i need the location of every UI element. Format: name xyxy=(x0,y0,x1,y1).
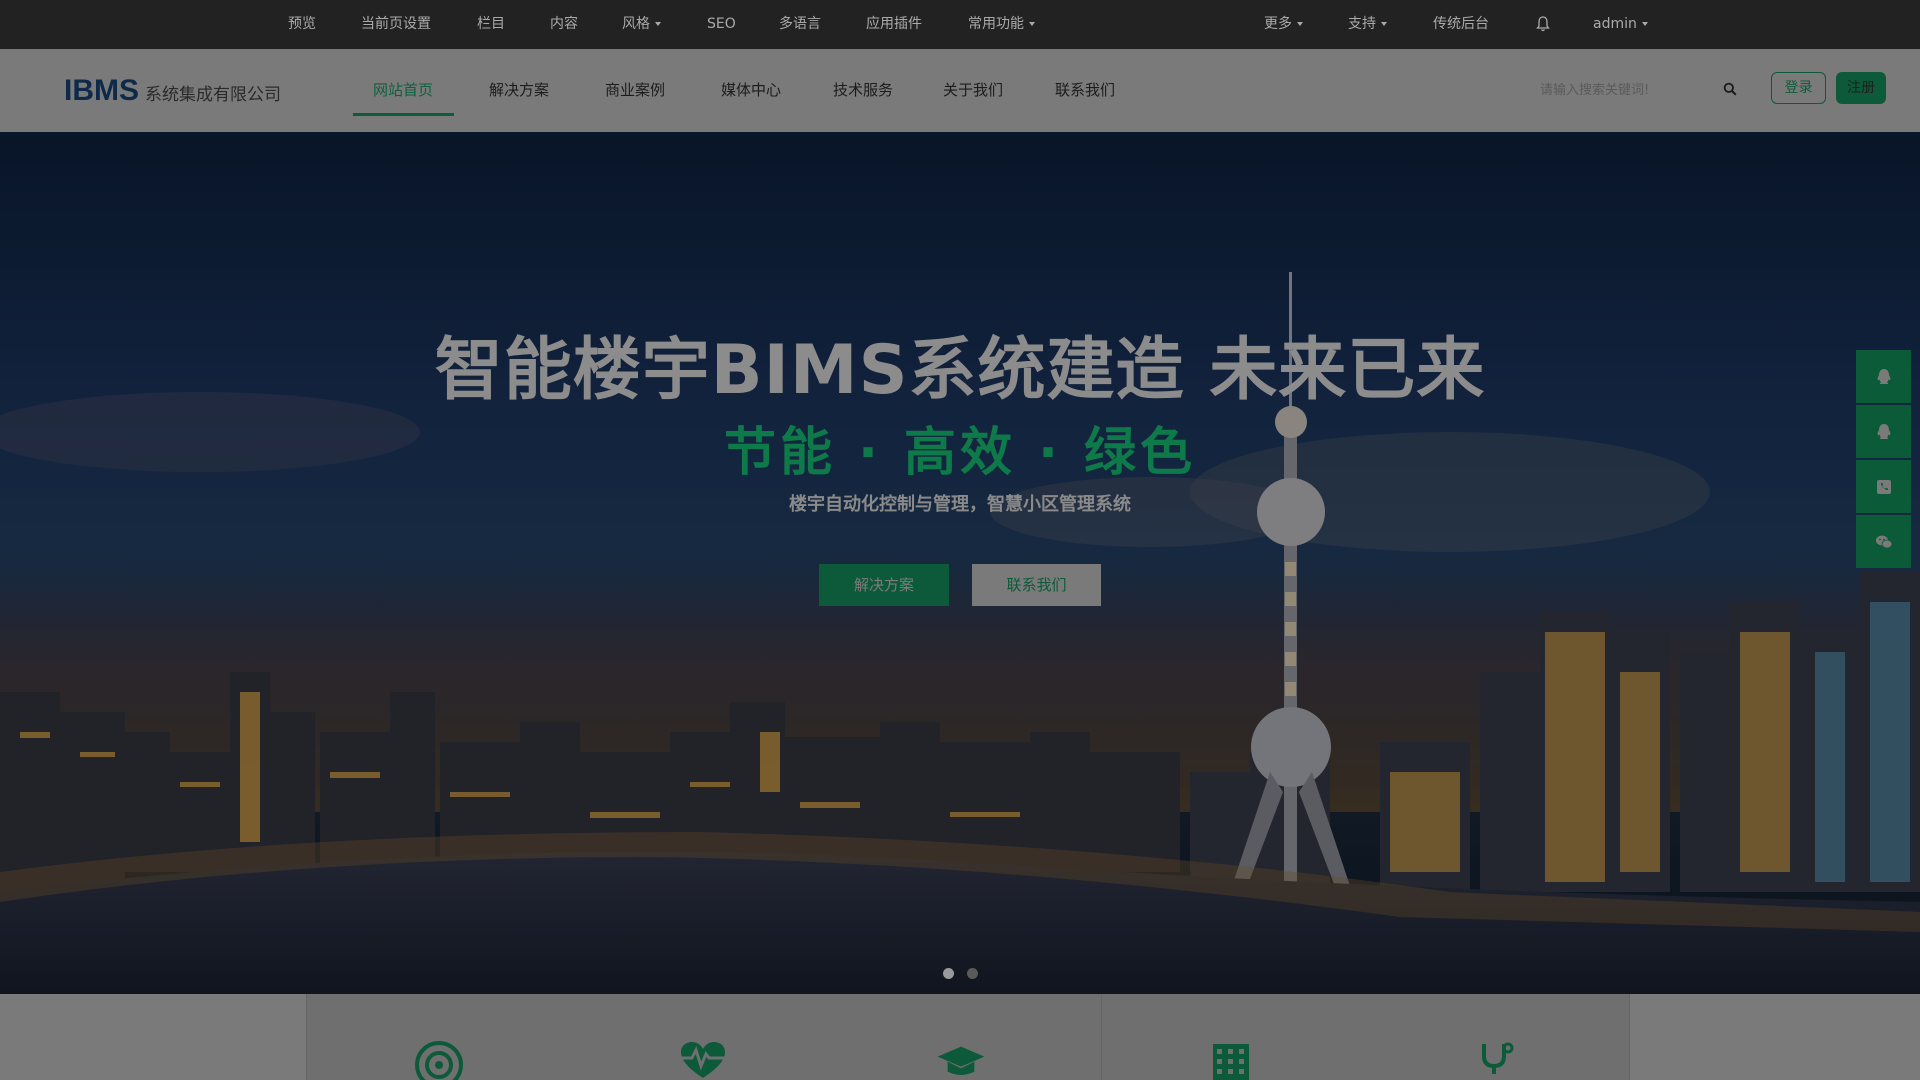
register-button[interactable]: 注册 xyxy=(1836,72,1886,104)
admin-seo-link[interactable]: SEO xyxy=(707,0,736,49)
qq-icon xyxy=(1877,368,1890,384)
admin-preview-link[interactable]: 预览 xyxy=(288,0,316,49)
graduation-cap-icon[interactable] xyxy=(936,1040,986,1080)
search-input[interactable] xyxy=(1540,79,1720,101)
carousel-dot-2[interactable] xyxy=(967,968,978,979)
hero-banner: 智能楼宇BIMS系统建造 未来已来 节能 · 高效 · 绿色 楼宇自动化控制与管… xyxy=(0,132,1920,994)
feature-strip xyxy=(0,994,1920,1080)
admin-plugins-link[interactable]: 应用插件 xyxy=(866,0,922,49)
nav-item-home[interactable]: 网站首页 xyxy=(373,49,433,132)
stethoscope-icon[interactable] xyxy=(1470,1040,1520,1080)
hero-subtitle: 节能 · 高效 · 绿色 xyxy=(724,423,1196,483)
admin-toolbar: 预览 当前页设置 栏目 内容 风格 SEO 多语言 应用插件 常用功能 更多 支… xyxy=(0,0,1920,49)
admin-classic-backend-link[interactable]: 传统后台 xyxy=(1433,0,1489,49)
nav-item-solutions[interactable]: 解决方案 xyxy=(489,49,549,132)
admin-user-dropdown[interactable]: admin xyxy=(1593,0,1648,49)
feature-divider xyxy=(1101,994,1102,1080)
hero-title: 智能楼宇BIMS系统建造 未来已来 xyxy=(434,331,1486,410)
logo-mark: IBMS xyxy=(64,74,139,107)
hero-solutions-button[interactable]: 解决方案 xyxy=(819,564,949,606)
nav-item-contact[interactable]: 联系我们 xyxy=(1055,49,1115,132)
nav-item-cases[interactable]: 商业案例 xyxy=(605,49,665,132)
site-header: IBMS 系统集成有限公司 网站首页 解决方案 商业案例 媒体中心 技术服务 关… xyxy=(0,49,1920,132)
hero-dim-overlay xyxy=(0,132,1920,994)
float-phone-button[interactable] xyxy=(1856,460,1911,513)
nav-item-tech-service[interactable]: 技术服务 xyxy=(833,49,893,132)
wechat-icon xyxy=(1875,535,1892,548)
bell-icon[interactable] xyxy=(1536,16,1550,32)
admin-columns-link[interactable]: 栏目 xyxy=(477,0,505,49)
carousel-dot-1[interactable] xyxy=(943,968,954,979)
feature-divider xyxy=(1629,994,1630,1080)
float-wechat-button[interactable] xyxy=(1856,515,1911,568)
nav-active-indicator xyxy=(353,113,454,116)
admin-multilang-link[interactable]: 多语言 xyxy=(779,0,821,49)
hero-description: 楼宇自动化控制与管理，智慧小区管理系统 xyxy=(789,494,1131,515)
nav-item-about[interactable]: 关于我们 xyxy=(943,49,1003,132)
login-button[interactable]: 登录 xyxy=(1771,72,1826,104)
admin-support-dropdown[interactable]: 支持 xyxy=(1348,0,1387,49)
nav-item-media[interactable]: 媒体中心 xyxy=(721,49,781,132)
search-icon[interactable] xyxy=(1723,82,1737,96)
heart-pulse-icon[interactable] xyxy=(678,1040,728,1080)
feature-divider xyxy=(306,994,307,1080)
admin-style-dropdown[interactable]: 风格 xyxy=(622,0,661,49)
admin-page-settings-link[interactable]: 当前页设置 xyxy=(361,0,431,49)
phone-icon xyxy=(1876,479,1891,494)
admin-common-functions-dropdown[interactable]: 常用功能 xyxy=(968,0,1035,49)
hero-contact-button[interactable]: 联系我们 xyxy=(972,564,1101,606)
company-name: 系统集成有限公司 xyxy=(145,85,281,105)
admin-content-link[interactable]: 内容 xyxy=(550,0,578,49)
admin-more-dropdown[interactable]: 更多 xyxy=(1264,0,1303,49)
qq-icon xyxy=(1877,423,1890,439)
float-qq-button-2[interactable] xyxy=(1856,405,1911,458)
float-qq-button-1[interactable] xyxy=(1856,350,1911,403)
site-logo[interactable]: IBMS 系统集成有限公司 xyxy=(64,74,281,108)
target-icon[interactable] xyxy=(414,1040,464,1080)
building-icon[interactable] xyxy=(1206,1040,1256,1080)
